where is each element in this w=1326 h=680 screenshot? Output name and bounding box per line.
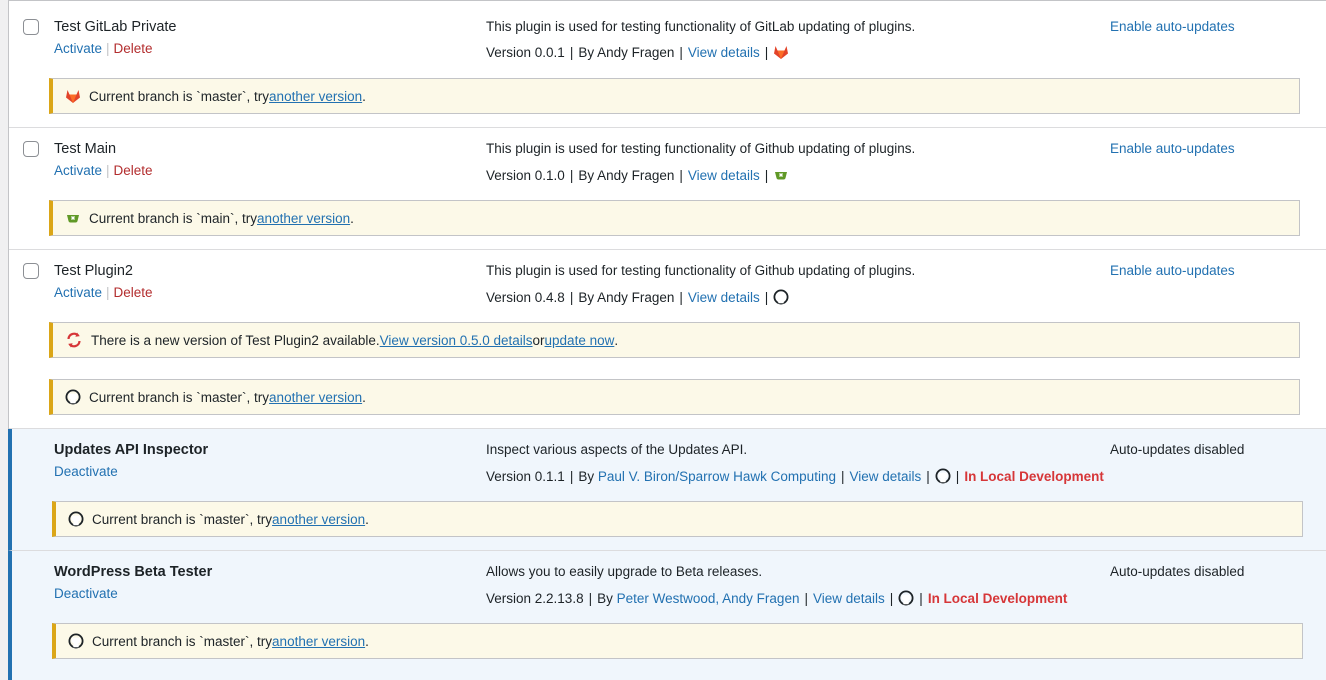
- view-details-link[interactable]: View details: [688, 45, 760, 60]
- activate-link[interactable]: Activate: [54, 41, 102, 56]
- github-icon: [68, 511, 84, 527]
- plugin-version: Version 0.0.1: [486, 44, 565, 60]
- plugin-author: By Andy Fragen: [578, 167, 675, 183]
- github-icon: [773, 289, 789, 305]
- plugin-author: By Andy Fragen: [578, 44, 675, 60]
- another-version-link[interactable]: another version: [269, 89, 362, 104]
- plugin-row-test-main: Test Main Activate | Delete This plugin is…: [9, 128, 1326, 250]
- plugin-meta: Version 2.2.13.8 | By Peter Westwood, An…: [486, 590, 1068, 606]
- view-details-link[interactable]: View details: [688, 168, 760, 183]
- update-notice: There is a new version of Test Plugin2 a…: [49, 322, 1300, 358]
- local-development-label: In Local Development: [964, 468, 1104, 484]
- plugin-actions: Deactivate: [54, 464, 118, 479]
- plugin-description: This plugin is used for testing function…: [486, 263, 916, 278]
- view-version-details-link[interactable]: View version 0.5.0 details: [380, 333, 533, 348]
- another-version-link[interactable]: another version: [257, 211, 350, 226]
- deactivate-link[interactable]: Deactivate: [54, 464, 118, 479]
- another-version-link[interactable]: another version: [272, 634, 365, 649]
- view-details-link[interactable]: View details: [688, 290, 760, 305]
- plugin-version: Version 0.4.8: [486, 289, 565, 305]
- plugin-name: Test Main: [54, 141, 117, 157]
- plugin-name: Updates API Inspector: [54, 442, 209, 458]
- plugins-table: Test GitLab Private Activate | Delete This…: [8, 0, 1326, 680]
- github-icon: [898, 590, 914, 606]
- enable-auto-updates-link[interactable]: Enable auto-updates: [1110, 19, 1235, 34]
- plugin-actions: Activate | Delete: [54, 41, 153, 56]
- plugin-meta: Version 0.4.8 | By Andy Fragen | View de…: [486, 289, 789, 305]
- delete-link[interactable]: Delete: [114, 163, 153, 178]
- plugin-description: This plugin is used for testing function…: [486, 141, 916, 156]
- github-icon: [935, 468, 951, 484]
- plugin-name: Test Plugin2: [54, 263, 133, 279]
- plugin-row-updates-api-inspector: Updates API Inspector Deactivate Inspect…: [8, 429, 1326, 551]
- delete-link[interactable]: Delete: [114, 285, 153, 300]
- enable-auto-updates-link[interactable]: Enable auto-updates: [1110, 141, 1235, 156]
- activate-link[interactable]: Activate: [54, 285, 102, 300]
- branch-notice: Current branch is `master`, try another …: [52, 501, 1303, 537]
- plugin-checkbox[interactable]: [23, 263, 39, 279]
- auto-updates-status: Auto-updates disabled: [1110, 442, 1245, 457]
- view-details-link[interactable]: View details: [849, 469, 921, 484]
- auto-updates-status: Auto-updates disabled: [1110, 564, 1245, 579]
- plugin-meta: Version 0.1.1 | By Paul V. Biron/Sparrow…: [486, 468, 1104, 484]
- plugin-actions: Deactivate: [54, 586, 118, 601]
- plugin-version: Version 0.1.1: [486, 468, 565, 484]
- github-icon: [65, 389, 81, 405]
- plugin-name: Test GitLab Private: [54, 19, 177, 35]
- plugin-checkbox[interactable]: [23, 19, 39, 35]
- update-now-link[interactable]: update now: [545, 333, 615, 348]
- plugin-row-wordpress-beta-tester: WordPress Beta Tester Deactivate Allows …: [8, 551, 1326, 680]
- another-version-link[interactable]: another version: [272, 512, 365, 527]
- plugin-meta: Version 0.1.0 | By Andy Fragen | View de…: [486, 167, 789, 183]
- plugin-author-link[interactable]: Paul V. Biron/Sparrow Hawk Computing: [598, 469, 836, 484]
- gitea-icon: [65, 210, 81, 226]
- branch-notice: Current branch is `master`, try another …: [52, 623, 1303, 659]
- deactivate-link[interactable]: Deactivate: [54, 586, 118, 601]
- plugin-name: WordPress Beta Tester: [54, 564, 213, 580]
- plugin-description: Allows you to easily upgrade to Beta rel…: [486, 564, 763, 579]
- plugin-checkbox[interactable]: [23, 141, 39, 157]
- plugin-meta: Version 0.0.1 | By Andy Fragen | View de…: [486, 44, 789, 60]
- enable-auto-updates-link[interactable]: Enable auto-updates: [1110, 263, 1235, 278]
- gitlab-icon: [773, 44, 789, 60]
- plugin-actions: Activate | Delete: [54, 285, 153, 300]
- branch-notice: Current branch is `main`, try another ve…: [49, 200, 1300, 236]
- activate-link[interactable]: Activate: [54, 163, 102, 178]
- plugin-description: This plugin is used for testing function…: [486, 19, 916, 34]
- branch-notice: Current branch is `master`, try another …: [49, 379, 1300, 415]
- github-icon: [68, 633, 84, 649]
- update-icon: [65, 331, 83, 349]
- branch-notice: Current branch is `master`, try another …: [49, 78, 1300, 114]
- plugin-description: Inspect various aspects of the Updates A…: [486, 442, 748, 457]
- another-version-link[interactable]: another version: [269, 390, 362, 405]
- view-details-link[interactable]: View details: [813, 591, 885, 606]
- plugin-actions: Activate | Delete: [54, 163, 153, 178]
- plugin-row-test-plugin2: Test Plugin2 Activate | Delete This plugin…: [9, 250, 1326, 429]
- plugin-version: Version 0.1.0: [486, 167, 565, 183]
- gitlab-icon: [65, 88, 81, 104]
- local-development-label: In Local Development: [927, 590, 1068, 606]
- plugin-row-test-gitlab-private: Test GitLab Private Activate | Delete This…: [9, 1, 1326, 128]
- plugin-author: By Andy Fragen: [578, 289, 675, 305]
- plugin-author-link[interactable]: Peter Westwood, Andy Fragen: [617, 591, 800, 606]
- delete-link[interactable]: Delete: [114, 41, 153, 56]
- gitea-icon: [773, 167, 789, 183]
- plugin-version: Version 2.2.13.8: [486, 590, 584, 606]
